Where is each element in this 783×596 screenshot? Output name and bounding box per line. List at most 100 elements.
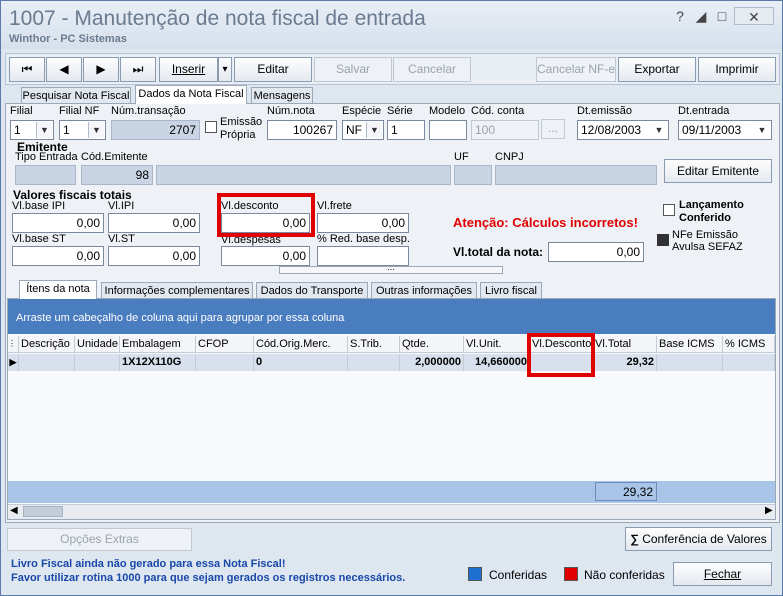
filial-nf-select[interactable]: 1 ▼ <box>59 120 106 140</box>
inserir-button[interactable]: Inserir <box>159 57 218 82</box>
last-record-button[interactable]: ⏭ <box>120 57 156 82</box>
group-by-band[interactable]: Arraste um cabeçalho de coluna aqui para… <box>8 299 775 334</box>
serie-field[interactable]: 1 <box>387 120 425 140</box>
table-cell[interactable]: 1X12X110G <box>120 354 196 371</box>
imprimir-button[interactable]: Imprimir <box>698 57 776 82</box>
base-st-field[interactable]: 0,00 <box>12 246 104 266</box>
inserir-dropdown-icon[interactable]: ▾ <box>218 57 232 82</box>
footer-total: 29,32 <box>595 482 657 501</box>
exportar-button[interactable]: Exportar <box>618 57 696 82</box>
chevron-down-icon: ▼ <box>36 122 52 138</box>
col-cfop[interactable]: CFOP <box>196 336 254 353</box>
col-vl-unit[interactable]: Vl.Unit. <box>464 336 530 353</box>
col-pct-icms[interactable]: % ICMS <box>723 336 775 353</box>
total-nota-field[interactable]: 0,00 <box>548 242 644 262</box>
legend-conferidas-swatch <box>468 567 482 581</box>
grid-corner[interactable]: ⋮ <box>8 336 19 353</box>
base-ipi-field[interactable]: 0,00 <box>12 213 104 233</box>
table-cell[interactable] <box>348 354 400 371</box>
frete-field[interactable]: 0,00 <box>317 213 409 233</box>
subtab-itens[interactable]: Ítens da nota <box>19 280 97 299</box>
fechar-button[interactable]: Fechar <box>673 562 772 586</box>
table-cell[interactable]: 29,32 <box>593 354 657 371</box>
base-ipi-label: Vl.base IPI <box>12 200 66 212</box>
tab-mensagens[interactable]: Mensagens <box>251 87 313 104</box>
red-base-field[interactable] <box>317 246 409 266</box>
emissao-propria-checkbox[interactable] <box>205 121 217 133</box>
dt-entrada-field[interactable]: 09/11/2003 ▼ <box>678 120 772 140</box>
cancelar-nfe-button[interactable]: Cancelar NF-e <box>536 57 616 82</box>
col-unidade[interactable]: Unidade <box>75 336 120 353</box>
table-cell[interactable]: 14,660000 <box>464 354 530 371</box>
st-field[interactable]: 0,00 <box>108 246 200 266</box>
first-record-button[interactable]: ⏮ <box>9 57 45 82</box>
chevron-down-icon: ▼ <box>754 122 770 138</box>
col-cod-orig[interactable]: Cód.Orig.Merc. <box>254 336 348 353</box>
window-subtitle: Winthor - PC Sistemas <box>9 33 127 45</box>
nfe-label-1: NFe Emissão <box>672 229 739 241</box>
table-cell[interactable]: 2,000000 <box>400 354 464 371</box>
especie-select[interactable]: NF ▼ <box>342 120 384 140</box>
editar-button[interactable]: Editar <box>234 57 312 82</box>
filial-select[interactable]: 1 ▼ <box>10 120 54 140</box>
col-s-trib[interactable]: S.Trib. <box>348 336 400 353</box>
table-cell[interactable] <box>657 354 723 371</box>
col-embalagem[interactable]: Embalagem <box>120 336 196 353</box>
scroll-right-icon[interactable]: ▶ <box>765 505 773 516</box>
dt-entrada-label: Dt.entrada <box>678 105 730 117</box>
base-st-label: Vl.base ST <box>12 233 66 245</box>
table-cell[interactable]: 0 <box>254 354 348 371</box>
close-icon[interactable]: ✕ <box>734 7 774 25</box>
table-cell[interactable] <box>723 354 775 371</box>
dt-emissao-field[interactable]: 12/08/2003 ▼ <box>577 120 669 140</box>
prev-record-button[interactable]: ◀ <box>46 57 82 82</box>
subtab-livro-fiscal[interactable]: Livro fiscal <box>480 282 542 299</box>
opcoes-extras-button[interactable]: Opções Extras <box>7 528 192 551</box>
tab-pesquisar[interactable]: Pesquisar Nota Fiscal <box>21 87 131 104</box>
lancamento-conferido-checkbox[interactable] <box>663 204 675 216</box>
help-icon[interactable]: ? <box>669 7 691 25</box>
tab-dados-nota[interactable]: Dados da Nota Fiscal <box>135 85 247 104</box>
maximize-icon[interactable]: □ <box>711 7 733 25</box>
num-transacao-label: Núm.transação <box>111 105 186 117</box>
conferencia-valores-button[interactable]: ∑ Conferência de Valores <box>625 527 772 551</box>
despesas-field[interactable]: 0,00 <box>221 246 310 266</box>
next-record-button[interactable]: ▶ <box>83 57 119 82</box>
table-cell[interactable] <box>19 354 75 371</box>
table-cell[interactable] <box>75 354 120 371</box>
cod-conta-lookup-button[interactable]: ... <box>541 119 565 139</box>
title-bar: 1007 - Manutenção de nota fiscal de entr… <box>1 1 782 49</box>
salvar-button[interactable]: Salvar <box>314 57 392 82</box>
cod-conta-field[interactable]: 100 <box>471 120 539 140</box>
resize-icon[interactable]: ◢ <box>690 7 712 25</box>
col-vl-total[interactable]: Vl.Total <box>593 336 657 353</box>
editar-emitente-button[interactable]: Editar Emitente <box>664 159 772 183</box>
subtab-info-compl[interactable]: Informações complementares <box>101 282 253 299</box>
highlight-desconto <box>217 193 315 237</box>
modelo-field[interactable] <box>429 120 467 140</box>
col-qtde[interactable]: Qtde. <box>400 336 464 353</box>
scroll-left-icon[interactable]: ◀ <box>10 505 18 516</box>
row-indicator-icon[interactable]: ▶ <box>8 354 19 371</box>
subtab-outras[interactable]: Outras informações <box>371 282 477 299</box>
col-descricao[interactable]: Descrição <box>19 336 75 353</box>
horizontal-scrollbar[interactable] <box>8 504 775 519</box>
table-cell[interactable] <box>196 354 254 371</box>
num-nota-field[interactable]: 100267 <box>267 120 337 140</box>
scrollbar-thumb[interactable] <box>23 506 63 517</box>
nfe-avulsa-checkbox[interactable] <box>657 234 669 246</box>
serie-label: Série <box>387 105 413 117</box>
col-base-icms[interactable]: Base ICMS <box>657 336 723 353</box>
sigma-icon: ∑ <box>630 532 639 546</box>
warning-text: Atenção: Cálculos incorretos! <box>453 215 638 230</box>
cod-emitente-label: Cód.Emitente <box>81 151 148 163</box>
cancelar-button[interactable]: Cancelar <box>393 57 471 82</box>
splitter-handle[interactable]: ⋯ <box>279 266 503 274</box>
chevron-down-icon: ▼ <box>651 122 667 138</box>
especie-label: Espécie <box>342 105 382 117</box>
ipi-field[interactable]: 0,00 <box>108 213 200 233</box>
message-line-2: Favor utilizar rotina 1000 para que seja… <box>11 572 406 584</box>
tipo-entrada-label: Tipo Entrada <box>15 151 78 163</box>
filial-label: Filial <box>10 105 33 117</box>
subtab-transporte[interactable]: Dados do Transporte <box>256 282 368 299</box>
